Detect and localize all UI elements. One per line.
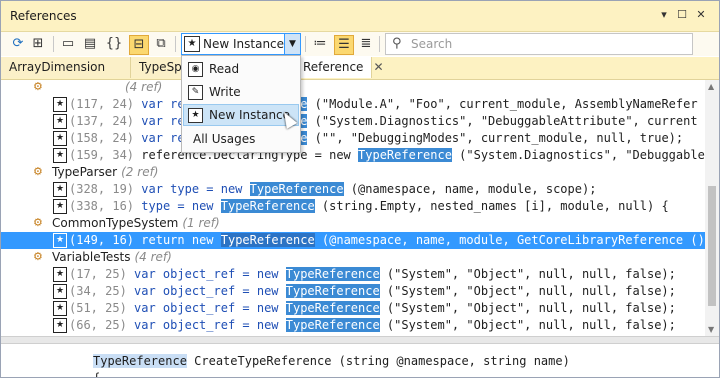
close-tab-icon[interactable]: ✕: [373, 60, 383, 74]
usage-filter-dropdown: ◉ Read ✎ Write ★ New Instance All Usages: [181, 55, 301, 153]
scroll-down-icon[interactable]: ▼: [708, 325, 714, 334]
scroll-up-icon[interactable]: ▲: [708, 82, 714, 91]
window-icon[interactable]: ▭: [59, 35, 77, 53]
preview-line: {: [93, 371, 101, 378]
toolbar-separator: [53, 36, 54, 52]
read-icon: ◉: [188, 62, 203, 77]
new-instance-icon: ★: [188, 108, 203, 123]
details-icon[interactable]: ≣: [357, 35, 375, 53]
group-row-variabletests[interactable]: ⚙ VariableTests (4 ref): [1, 249, 705, 266]
usage-filter-value: New Instance: [203, 37, 285, 51]
result-row[interactable]: ★ (137, 24) var refereTypeReference ("Sy…: [1, 113, 705, 130]
group-name: TypeParser: [52, 165, 118, 179]
result-row[interactable]: ★ (66, 25) var object_ref = new TypeRefe…: [1, 317, 705, 334]
new-instance-icon: ★: [53, 284, 67, 299]
group-ref-count: (4 ref): [134, 250, 172, 264]
preview-line: TypeReference CreateTypeReference (strin…: [93, 354, 570, 368]
chevron-down-icon[interactable]: ▼: [284, 34, 300, 54]
result-row[interactable]: ★ (34, 25) var object_ref = new TypeRefe…: [1, 283, 705, 300]
group-name: CommonTypeSystem: [52, 216, 179, 230]
result-row[interactable]: ★ (159, 34) reference.DeclaringType = ne…: [1, 147, 705, 164]
window-menu-button[interactable]: ▾: [657, 8, 671, 22]
new-instance-icon: ★: [53, 131, 67, 146]
tab-arraydimension[interactable]: ArrayDimension: [1, 57, 131, 78]
result-row-selected[interactable]: ★ (149, 16) return new TypeReference (@n…: [1, 232, 705, 249]
toolbar-separator: [305, 36, 306, 52]
tab-label: ArrayDimension: [9, 60, 106, 74]
search-icon: ⚲: [392, 36, 402, 51]
results-tree: ⚙ (4 ref) ★ (117, 24) var refereTypeRefe…: [1, 80, 705, 336]
group-row-commontypesystem[interactable]: ⚙ CommonTypeSystem (1 ref): [1, 215, 705, 232]
new-instance-icon: ★: [184, 36, 200, 52]
search-placeholder: Search: [411, 37, 453, 51]
group-row[interactable]: ⚙ (4 ref): [1, 80, 705, 96]
list-view-icon[interactable]: ≔: [311, 35, 329, 53]
menu-item-read[interactable]: ◉ Read: [183, 58, 299, 80]
new-instance-icon: ★: [53, 182, 67, 197]
tab-label: Reference: [303, 60, 364, 74]
tab-label: TypeSp: [139, 60, 182, 74]
new-tab-icon[interactable]: ⊞: [29, 35, 47, 53]
class-icon: ⚙: [33, 165, 43, 178]
class-icon: ⚙: [33, 80, 43, 93]
group-ref-count: (4 ref): [125, 80, 163, 94]
new-instance-icon: ★: [53, 199, 67, 214]
class-icon: ⚙: [33, 216, 43, 229]
namespace-icon[interactable]: ⧉: [152, 35, 170, 53]
write-icon: ✎: [188, 85, 203, 100]
new-instance-icon: ★: [53, 301, 67, 316]
new-instance-icon: ★: [53, 148, 67, 163]
class-icon: ⚙: [33, 250, 43, 263]
vertical-scrollbar[interactable]: ▲ ▼: [705, 80, 719, 336]
group-ref-count: (2 ref): [121, 165, 159, 179]
references-window: References ▾ ☐ ✕ ⟳ ⊞ ▭ ▤ {} ⊟ ⧉ ★ New In…: [0, 0, 720, 378]
code-preview: TypeReference CreateTypeReference (strin…: [1, 344, 719, 378]
title-bar: References ▾ ☐ ✕: [1, 1, 719, 32]
new-instance-icon: ★: [53, 97, 67, 112]
refresh-icon[interactable]: ⟳: [9, 35, 27, 53]
new-instance-icon: ★: [53, 318, 67, 333]
tab-strip: ArrayDimension TypeSp Reference ✕: [1, 57, 719, 80]
new-instance-icon: ★: [53, 233, 67, 248]
menu-item-all-usages[interactable]: All Usages: [183, 128, 299, 150]
new-instance-icon: ★: [53, 114, 67, 129]
group-by-icon[interactable]: ⊟: [129, 35, 149, 55]
group-name: VariableTests: [52, 250, 131, 264]
toolbar-separator: [379, 36, 380, 52]
result-row[interactable]: ★ (158, 24) var refereTypeReference ("",…: [1, 130, 705, 147]
toolbar-separator: [175, 36, 176, 52]
preview-icon[interactable]: ☰: [334, 35, 354, 55]
result-row[interactable]: ★ (117, 24) var refereTypeReference ("Mo…: [1, 96, 705, 113]
result-row[interactable]: ★ (51, 25) var object_ref = new TypeRefe…: [1, 300, 705, 317]
new-instance-icon: ★: [53, 267, 67, 282]
braces-icon[interactable]: {}: [105, 35, 123, 53]
result-row[interactable]: ★ (338, 16) type = new TypeReference (st…: [1, 198, 705, 215]
result-row[interactable]: ★ (17, 25) var object_ref = new TypeRefe…: [1, 266, 705, 283]
usage-filter-combo[interactable]: ★ New Instance ▼: [181, 33, 301, 55]
maximize-button[interactable]: ☐: [675, 8, 689, 22]
result-row[interactable]: ★ (328, 19) var type = new TypeReference…: [1, 181, 705, 198]
search-input[interactable]: ⚲ Search: [385, 33, 693, 55]
scroll-thumb[interactable]: [708, 186, 716, 306]
preview-splitter[interactable]: [1, 336, 719, 344]
window-title: References: [10, 9, 77, 23]
menu-item-write[interactable]: ✎ Write: [183, 81, 299, 103]
toolbar: ⟳ ⊞ ▭ ▤ {} ⊟ ⧉ ★ New Instance ▼ ≔ ☰ ≣ ⚲ …: [1, 32, 719, 56]
tab-typereference[interactable]: Reference ✕: [299, 57, 384, 78]
close-button[interactable]: ✕: [694, 8, 708, 22]
group-ref-count: (1 ref): [182, 216, 220, 230]
group-row-typeparser[interactable]: ⚙ TypeParser (2 ref): [1, 164, 705, 181]
document-icon[interactable]: ▤: [81, 35, 99, 53]
